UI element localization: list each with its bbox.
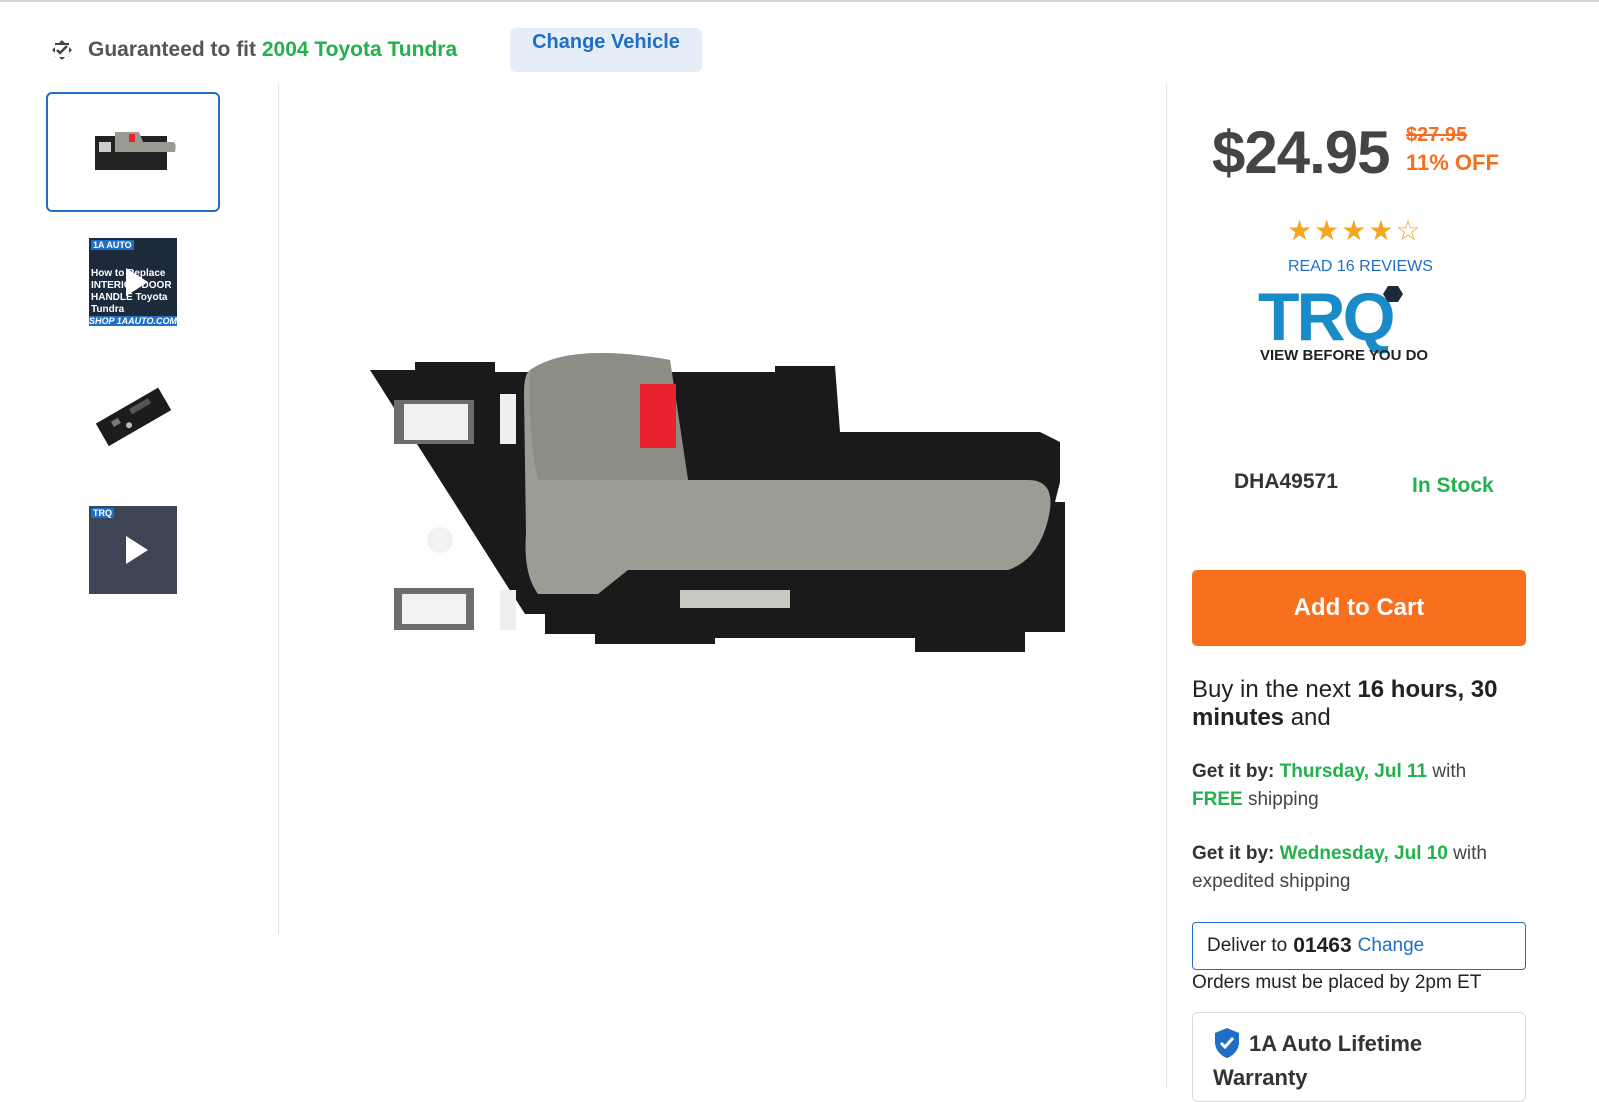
countdown-text: Buy in the next 16 hours, 30 minutes and bbox=[1192, 676, 1532, 732]
product-image bbox=[370, 352, 1065, 652]
fitment-vehicle: 2004 Toyota Tundra bbox=[261, 38, 458, 61]
deliver-label: Deliver to bbox=[1207, 935, 1288, 956]
shipping-option-free: Get it by: Thursday, Jul 11 with FREE sh… bbox=[1192, 758, 1532, 814]
video-thumb: TRQ bbox=[89, 506, 177, 594]
thumbnail-1[interactable] bbox=[46, 92, 220, 212]
thumbnail-2-video[interactable]: 1A AUTO How to Replace INTERIOR DOOR HAN… bbox=[46, 238, 220, 326]
trq-logo: TRQ VIEW BEFORE YOU DO bbox=[1258, 280, 1428, 364]
ship-method: shipping bbox=[1247, 789, 1319, 810]
video-brand: 1A AUTO bbox=[91, 240, 134, 250]
trq-tagline: VIEW BEFORE YOU DO bbox=[1260, 347, 1428, 364]
read-reviews-link[interactable]: READ 16 REVIEWS bbox=[1288, 258, 1433, 276]
svg-text:TRQ: TRQ bbox=[1258, 280, 1394, 355]
divider bbox=[1166, 84, 1167, 1087]
bracket-thumb-icon bbox=[95, 387, 172, 447]
sku: DHA49571 bbox=[1234, 470, 1338, 493]
ship-date: Wednesday, Jul 10 bbox=[1279, 843, 1448, 864]
discount-badge: 11% OFF bbox=[1406, 150, 1499, 175]
add-to-cart-button[interactable]: Add to Cart bbox=[1192, 570, 1526, 646]
ship-label: Get it by: bbox=[1192, 843, 1275, 864]
video-url: SHOP 1AAUTO.COM bbox=[89, 316, 177, 326]
star-icon: ★ bbox=[1341, 215, 1367, 246]
warranty-box[interactable]: 1A Auto Lifetime Warranty bbox=[1192, 1012, 1526, 1102]
current-price: $24.95 bbox=[1212, 119, 1391, 186]
rating-stars[interactable]: ★ ★ ★ ★ ☆ bbox=[1287, 216, 1421, 246]
warranty-title: 1A Auto Lifetime Warranty bbox=[1213, 1031, 1423, 1090]
ship-label: Get it by: bbox=[1192, 761, 1275, 782]
star-icon: ★ bbox=[1368, 215, 1394, 246]
fitment-text: Guaranteed to fit 2004 Toyota Tundra bbox=[88, 38, 457, 62]
divider bbox=[278, 84, 279, 934]
thumbnail-3[interactable] bbox=[46, 376, 220, 456]
ship-free: FREE bbox=[1192, 789, 1243, 810]
play-icon bbox=[126, 536, 148, 564]
door-handle-thumb-icon bbox=[95, 132, 176, 170]
play-icon bbox=[126, 268, 148, 296]
fitment-prefix: Guaranteed to fit bbox=[88, 38, 257, 61]
ship-with: with bbox=[1432, 761, 1467, 782]
video-brand: TRQ bbox=[91, 508, 114, 518]
stock-status: In Stock bbox=[1412, 474, 1494, 497]
ship-date: Thursday, Jul 11 bbox=[1279, 761, 1428, 782]
thumbnail-4-video[interactable]: TRQ bbox=[46, 506, 220, 594]
order-cutoff-note: Orders must be placed by 2pm ET bbox=[1192, 972, 1482, 993]
change-vehicle-button[interactable]: Change Vehicle bbox=[510, 28, 702, 72]
old-price: $27.95 bbox=[1406, 124, 1468, 146]
ship-method: expedited shipping bbox=[1192, 871, 1351, 892]
countdown-prefix: Buy in the next bbox=[1192, 676, 1351, 703]
fitment-banner: Guaranteed to fit 2004 Toyota Tundra bbox=[46, 30, 457, 70]
ship-with: with bbox=[1453, 843, 1487, 864]
shipping-option-expedited: Get it by: Wednesday, Jul 10 with expedi… bbox=[1192, 840, 1532, 896]
deliver-zip: 01463 bbox=[1293, 934, 1352, 957]
video-thumb: 1A AUTO How to Replace INTERIOR DOOR HAN… bbox=[89, 238, 177, 326]
top-border bbox=[0, 0, 1599, 2]
star-icon: ★ bbox=[1314, 215, 1340, 246]
countdown-suffix: and bbox=[1290, 704, 1331, 731]
change-zip-link[interactable]: Change bbox=[1358, 935, 1425, 957]
gear-check-icon bbox=[52, 40, 72, 60]
star-icon: ★ bbox=[1287, 215, 1313, 246]
half-star-icon: ☆ bbox=[1395, 215, 1421, 246]
deliver-to-box: Deliver to 01463 Change bbox=[1192, 922, 1526, 970]
